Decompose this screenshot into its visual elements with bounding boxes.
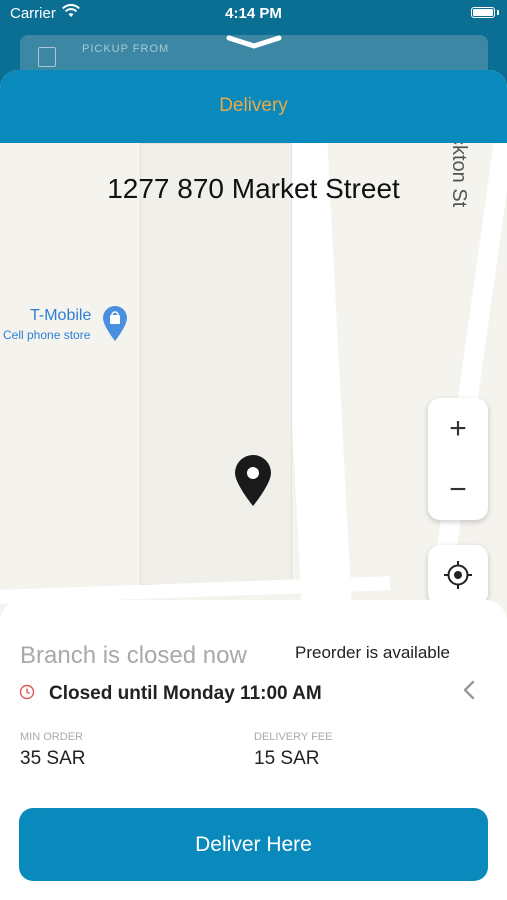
branch-info-panel: Branch is closed now Preorder is availab… [0, 600, 507, 900]
crosshair-icon [444, 561, 472, 589]
locate-me-button[interactable] [428, 545, 488, 605]
status-bar: Carrier 4:14 PM [0, 0, 507, 28]
zoom-in-button[interactable]: + [428, 398, 488, 459]
min-order-value: 35 SAR [20, 748, 86, 769]
min-order-label: MIN ORDER [20, 731, 83, 743]
battery-icon [471, 7, 495, 18]
location-marker-icon[interactable] [234, 455, 272, 512]
battery-tip [497, 10, 499, 15]
closed-until-text: Closed until Monday 11:00 AM [49, 683, 322, 704]
poi-type: Cell phone store [3, 328, 91, 342]
page-title: Delivery [219, 95, 288, 116]
preorder-label: Preorder is available [295, 643, 450, 662]
map-block [140, 143, 292, 585]
map-view[interactable]: 1277 870 Market Street ckton St T-Mobile… [0, 143, 507, 623]
sheet-header: Delivery [0, 70, 507, 143]
address-label: 1277 870 Market Street [107, 173, 400, 204]
chevron-down-icon[interactable] [0, 34, 507, 55]
poi-name[interactable]: T-Mobile [30, 307, 91, 325]
clock-time: 4:14 PM [225, 5, 282, 22]
delivery-sheet: Delivery 1277 870 Market Street ckton St… [0, 70, 507, 900]
street-label: ckton St [448, 143, 470, 208]
delivery-fee-label: DELIVERY FEE [254, 731, 333, 743]
chevron-left-icon[interactable] [462, 680, 476, 705]
deliver-here-button[interactable]: Deliver Here [19, 808, 488, 881]
zoom-out-button[interactable]: − [428, 459, 488, 520]
zoom-controls: + − [428, 398, 488, 520]
shopping-pin-icon[interactable] [102, 306, 128, 347]
branch-status: Branch is closed now [20, 642, 247, 669]
delivery-fee-value: 15 SAR [254, 748, 320, 769]
clock-icon [19, 684, 35, 705]
